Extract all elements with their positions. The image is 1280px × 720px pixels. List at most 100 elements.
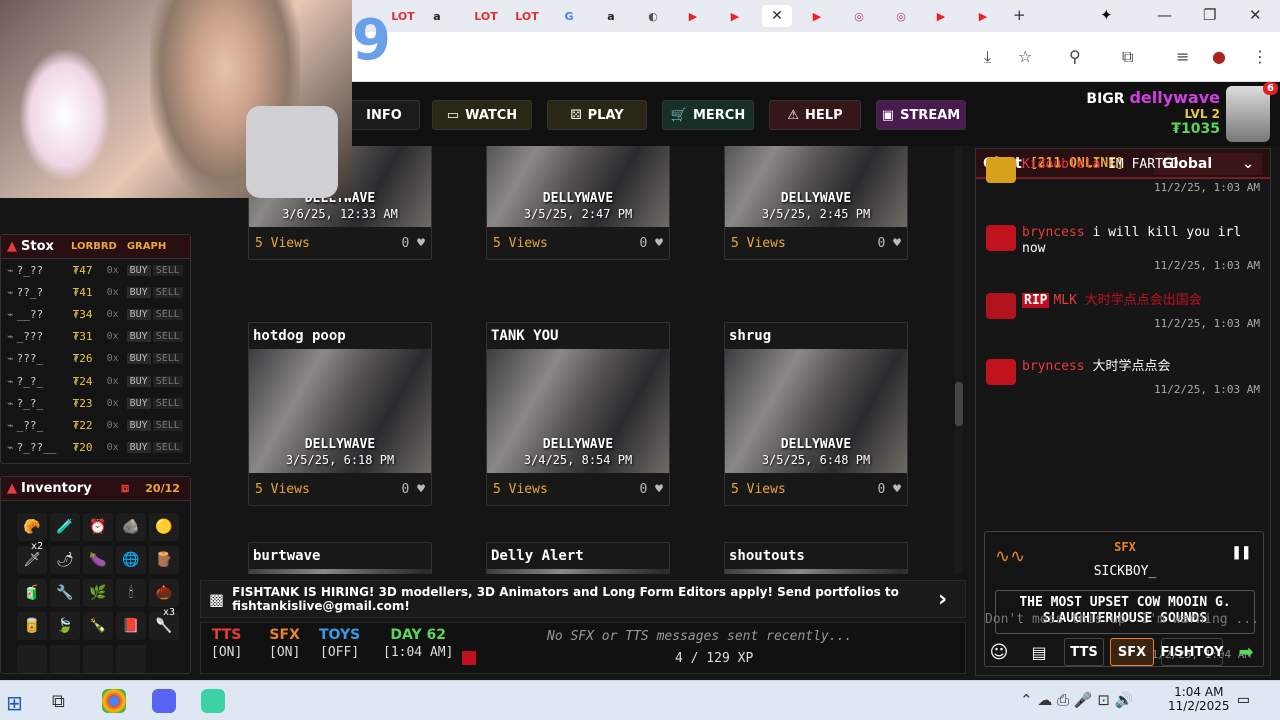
chat-sfx-button[interactable]: SFX	[1110, 638, 1154, 666]
minimize-button[interactable]: —	[1157, 6, 1172, 24]
sfx-toggle[interactable]: SFX [ON]	[269, 627, 300, 660]
inventory-sort-icon[interactable]: ⧈	[121, 481, 129, 496]
collapse-arrow-icon[interactable]: ▲	[7, 481, 17, 496]
youtube-icon[interactable]: ▶	[724, 5, 746, 27]
sell-button[interactable]: SELL	[152, 419, 183, 431]
clip-likes[interactable]: 0 ♥	[878, 482, 901, 497]
user-avatar[interactable]	[1226, 86, 1270, 142]
clip-card[interactable]: shoutouts	[724, 542, 908, 574]
clip-card[interactable]: Delly Alert	[486, 542, 670, 574]
sell-button[interactable]: SELL	[152, 286, 183, 298]
amazon-icon[interactable]: a	[600, 5, 622, 27]
install-icon[interactable]: ⤓	[984, 47, 991, 67]
buy-button[interactable]: BUY	[126, 331, 151, 343]
buy-button[interactable]: BUY	[126, 353, 151, 365]
inventory-slot[interactable]: 🌿	[83, 579, 113, 607]
sell-button[interactable]: SELL	[152, 264, 183, 276]
chat-avatar[interactable]	[986, 157, 1016, 183]
chat-username[interactable]: bryncess	[1022, 225, 1085, 240]
inventory-slot[interactable]: 🟡	[149, 513, 179, 541]
inventory-slot[interactable]: ⏰	[83, 513, 113, 541]
clip-thumbnail[interactable]	[725, 569, 907, 574]
stox-leaderboard-link[interactable]: LORBRD	[71, 241, 117, 252]
clip-thumbnail[interactable]: DELLYWAVE 3/5/25, 6:48 PM	[725, 349, 907, 473]
inventory-slot[interactable]: 🔧	[50, 579, 80, 607]
media-controls-icon[interactable]: ≡	[1176, 47, 1189, 66]
toys-toggle[interactable]: TOYS [OFF]	[319, 627, 360, 660]
gemini-icon[interactable]: ✦	[1100, 6, 1113, 24]
clip-thumbnail[interactable]	[487, 569, 669, 574]
inventory-slot-empty[interactable]	[50, 645, 80, 673]
google-icon[interactable]: G	[558, 5, 580, 27]
browser-menu-icon[interactable]: ⋮	[1252, 47, 1268, 66]
buy-button[interactable]: BUY	[126, 375, 151, 387]
clip-thumbnail[interactable]: DELLYWAVE 3/4/25, 8:54 PM	[487, 349, 669, 473]
restore-button[interactable]: ❐	[1203, 6, 1216, 24]
pause-button[interactable]: ❚❚	[1232, 542, 1251, 561]
clip-card[interactable]: DELLYWAVE 3/5/25, 2:47 PM 5 Views 0 ♥	[486, 146, 670, 260]
nav-stream-button[interactable]: ▣ STREAM	[876, 100, 966, 130]
close-window-button[interactable]: ✕	[1249, 6, 1262, 24]
sell-button[interactable]: SELL	[152, 375, 183, 387]
clip-likes[interactable]: 0 ♥	[402, 482, 425, 497]
chat-username[interactable]: Kidoublela	[1022, 157, 1100, 172]
chat-avatar[interactable]	[986, 225, 1016, 251]
active-tab-close-button[interactable]: ✕	[762, 5, 792, 27]
inventory-slot-empty[interactable]	[83, 645, 113, 673]
lot-icon[interactable]: LOT	[391, 5, 414, 27]
clip-likes[interactable]: 0 ♥	[640, 482, 663, 497]
youtube-icon[interactable]: ▶	[930, 5, 952, 27]
buy-button[interactable]: BUY	[126, 419, 151, 431]
sell-button[interactable]: SELL	[152, 397, 183, 409]
clip-thumbnail[interactable]: DELLYWAVE 3/5/25, 2:45 PM	[725, 146, 907, 227]
new-tab-button[interactable]: +	[1013, 6, 1026, 24]
sell-button[interactable]: SELL	[152, 442, 183, 454]
notifications-icon[interactable]: ▭	[1238, 689, 1249, 710]
clips-scrollbar[interactable]	[955, 146, 963, 574]
inventory-slot[interactable]: 📕	[116, 612, 146, 640]
instagram-icon[interactable]: ◎	[890, 5, 912, 27]
sell-button[interactable]: SELL	[152, 308, 183, 320]
chat-tts-button[interactable]: TTS	[1064, 638, 1104, 666]
inventory-slot[interactable]: 🕯	[116, 579, 146, 607]
task-view-icon[interactable]: ⧉	[52, 691, 65, 712]
clip-likes[interactable]: 0 ♥	[640, 236, 663, 251]
username[interactable]: dellywave	[1129, 88, 1220, 107]
lot-icon[interactable]: LOT	[474, 5, 497, 27]
collapse-arrow-icon[interactable]: ▲	[7, 239, 17, 254]
extensions-icon[interactable]: ⚲	[1069, 47, 1081, 66]
inventory-slot-empty[interactable]	[116, 645, 146, 673]
inventory-slot[interactable]: 🍃	[50, 612, 80, 640]
clips-scrollbar-thumb[interactable]	[955, 382, 963, 426]
buy-button[interactable]: BUY	[126, 286, 151, 298]
clip-thumbnail[interactable]	[249, 569, 431, 574]
inventory-slot[interactable]: 🍆	[83, 546, 113, 574]
inventory-slot[interactable]: 🧃	[17, 579, 47, 607]
inventory-slot[interactable]: 🍾	[83, 612, 113, 640]
profile-avatar[interactable]: ●	[1212, 47, 1226, 66]
nav-merch-button[interactable]: 🛒 MERCH	[662, 100, 754, 130]
chat-fishtoy-button[interactable]: FISHTOY	[1161, 638, 1223, 666]
clip-card[interactable]: shrug DELLYWAVE 3/5/25, 6:48 PM 5 Views 0 ♥	[724, 322, 908, 506]
sell-button[interactable]: SELL	[152, 331, 183, 343]
send-arrow-icon[interactable]: ➡	[1232, 638, 1260, 666]
clip-thumbnail[interactable]: DELLYWAVE 3/5/25, 2:47 PM	[487, 146, 669, 227]
clip-card[interactable]: hotdog poop DELLYWAVE 3/5/25, 6:18 PM 5 Vie…	[248, 322, 432, 506]
buy-button[interactable]: BUY	[126, 397, 151, 409]
inventory-slot[interactable]: 🌶	[50, 546, 80, 574]
buy-button[interactable]: BUY	[126, 264, 151, 276]
chat-username[interactable]: MLK	[1053, 293, 1076, 308]
amazon-icon[interactable]: a	[426, 5, 448, 27]
youtube-icon[interactable]: ▶	[972, 5, 994, 27]
lot-icon[interactable]: LOT	[515, 5, 538, 27]
youtube-icon[interactable]: ▶	[682, 5, 704, 27]
stox-graph-link[interactable]: GRAPH	[127, 241, 166, 252]
clip-card[interactable]: burtwave	[248, 542, 432, 574]
buy-button[interactable]: BUY	[126, 442, 151, 454]
app-taskbar-icon[interactable]	[201, 689, 225, 713]
clip-card[interactable]: TANK YOU DELLYWAVE 3/4/25, 8:54 PM 5 Views 0…	[486, 322, 670, 506]
clip-thumbnail[interactable]: DELLYWAVE 3/5/25, 6:18 PM	[249, 349, 431, 473]
inventory-slot[interactable]: 🪨	[116, 513, 146, 541]
emoji-icon[interactable]: ☺	[986, 638, 1012, 666]
chat-input[interactable]: Don't mess this up- I'm warning ...	[975, 602, 1271, 636]
